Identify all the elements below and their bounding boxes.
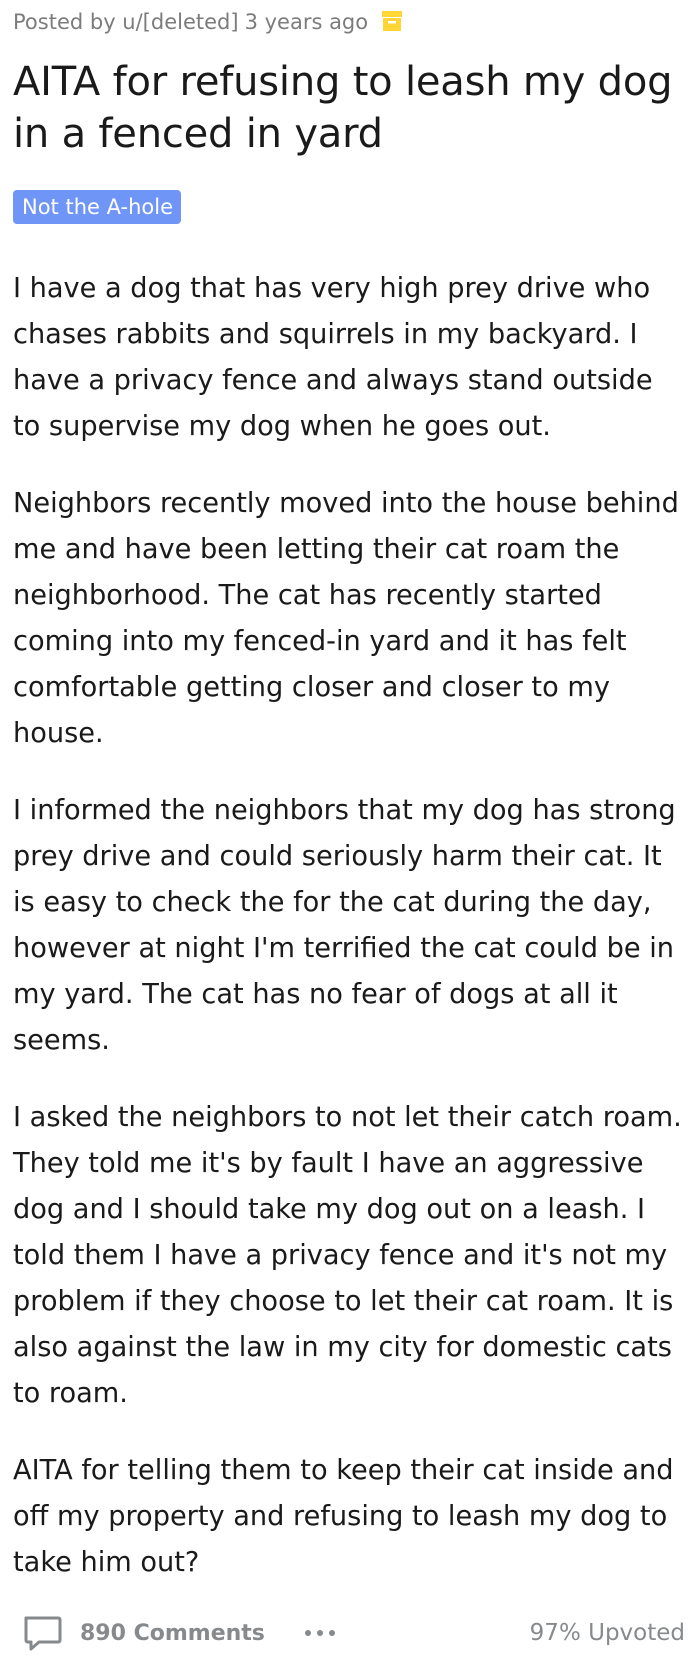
post-paragraph: I have a dog that has very high prey dri… [13,273,653,442]
upvote-ratio: 97% Upvoted [529,1620,685,1646]
post-footer: 890 Comments 97% Upvoted [22,1611,685,1655]
post: Posted by u/[deleted] 3 years ago AITA f… [13,0,688,1617]
comments-count-button[interactable]: 890 Comments [80,1621,265,1646]
post-paragraph: I asked the neighbors to not let their c… [13,1102,682,1409]
post-author[interactable]: Posted by u/[deleted] [13,10,239,34]
archive-box-icon [380,10,404,32]
post-paragraph: Neighbors recently moved into the house … [13,488,679,749]
more-horizontal-icon[interactable] [304,1630,335,1636]
post-flair[interactable]: Not the A-hole [13,190,181,224]
post-title[interactable]: AITA for refusing to leash my dog in a f… [13,56,688,160]
post-paragraph: I informed the neighbors that my dog has… [13,795,676,1056]
comment-bubble-icon[interactable] [22,1613,62,1653]
post-meta: Posted by u/[deleted] 3 years ago [13,0,688,44]
post-body: I have a dog that has very high prey dri… [13,266,688,1586]
post-time[interactable]: 3 years ago [245,10,369,34]
post-paragraph: AITA for telling them to keep their cat … [13,1455,674,1578]
